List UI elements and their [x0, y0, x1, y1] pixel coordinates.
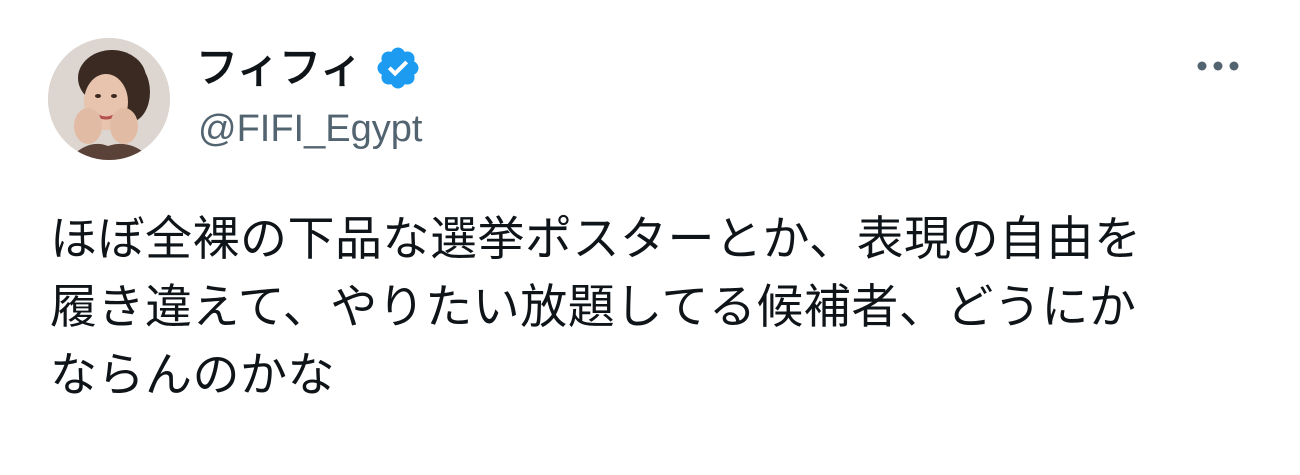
avatar[interactable] [48, 38, 170, 160]
display-name[interactable]: フィフィ [196, 40, 362, 96]
verified-badge-icon[interactable] [374, 44, 422, 92]
tweet-text-line: ならんのかな [50, 348, 335, 403]
more-options-button[interactable] [1192, 46, 1244, 86]
display-name-row: フィフィ [196, 40, 422, 96]
more-options-icon [1197, 61, 1239, 71]
profile-photo-icon [48, 38, 170, 160]
tweet-text: ほぼ全裸の下品な選挙ポスターとか、表現の自由を 履き違えて、やりたい放題してる候… [50, 206, 1260, 410]
tweet-text-line: ほぼ全裸の下品な選挙ポスターとか、表現の自由を [50, 212, 1142, 267]
user-handle[interactable]: @FIFI_Egypt [198, 103, 422, 155]
tweet: フィフィ @FIFI_Egypt ほぼ全裸の下品な選挙ポスターとか、表現の自由を… [0, 0, 1300, 475]
tweet-text-line: 履き違えて、やりたい放題してる候補者、どうにか [50, 280, 1137, 335]
